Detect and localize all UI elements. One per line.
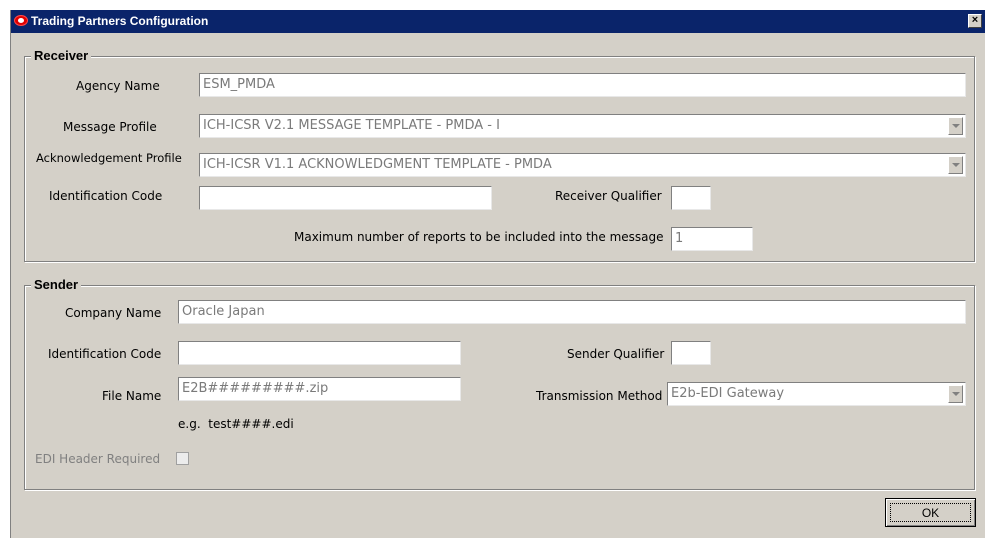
dialog-window: Trading Partners Configuration × Receive…: [10, 10, 985, 538]
transmission-method-select[interactable]: E2b-EDI Gateway: [667, 382, 966, 406]
agency-name-input[interactable]: ESM_PMDA: [199, 73, 966, 97]
company-name-label: Company Name: [65, 306, 162, 320]
message-profile-label: Message Profile: [63, 120, 157, 134]
message-profile-select[interactable]: ICH-ICSR V2.1 MESSAGE TEMPLATE - PMDA - …: [199, 114, 966, 138]
receiver-identification-code-input[interactable]: [199, 186, 492, 210]
receiver-legend: Receiver: [31, 48, 92, 63]
ok-button[interactable]: OK: [885, 498, 976, 527]
ok-button-label: OK: [890, 503, 971, 522]
close-button[interactable]: ×: [968, 14, 982, 28]
message-profile-value: ICH-ICSR V2.1 MESSAGE TEMPLATE - PMDA - …: [203, 118, 500, 133]
receiver-identification-code-label: Identification Code: [49, 189, 163, 203]
company-name-input[interactable]: Oracle Japan: [178, 300, 966, 324]
sender-qualifier-label: Sender Qualifier: [567, 347, 665, 361]
ack-profile-label: Acknowledgement Profile: [36, 151, 182, 165]
transmission-method-value: E2b-EDI Gateway: [671, 386, 785, 401]
title-bar[interactable]: Trading Partners Configuration ×: [11, 10, 985, 33]
ack-profile-select[interactable]: ICH-ICSR V1.1 ACKNOWLEDGMENT TEMPLATE - …: [199, 153, 966, 177]
ack-profile-value: ICH-ICSR V1.1 ACKNOWLEDGMENT TEMPLATE - …: [203, 157, 552, 172]
sender-identification-code-input[interactable]: [178, 341, 461, 365]
oracle-logo-icon: [14, 15, 28, 26]
file-name-hint: e.g. test####.edi: [178, 417, 294, 431]
sender-legend: Sender: [31, 277, 82, 292]
sender-identification-code-label: Identification Code: [48, 347, 162, 361]
chevron-down-icon[interactable]: [948, 156, 963, 174]
chevron-down-icon[interactable]: [948, 117, 963, 135]
window-title: Trading Partners Configuration: [31, 14, 209, 28]
max-reports-label: Maximum number of reports to be included…: [294, 230, 664, 244]
agency-name-label: Agency Name: [76, 79, 160, 93]
max-reports-input[interactable]: 1: [671, 227, 753, 251]
transmission-method-label: Transmission Method: [536, 389, 663, 403]
file-name-input[interactable]: E2B#########.zip: [178, 377, 461, 401]
edi-header-checkbox[interactable]: [176, 452, 189, 465]
edi-header-label: EDI Header Required: [35, 452, 161, 466]
receiver-qualifier-label: Receiver Qualifier: [555, 189, 662, 203]
file-name-label: File Name: [102, 389, 162, 403]
chevron-down-icon[interactable]: [948, 385, 963, 403]
sender-qualifier-input[interactable]: [671, 341, 711, 365]
receiver-qualifier-input[interactable]: [671, 186, 711, 210]
